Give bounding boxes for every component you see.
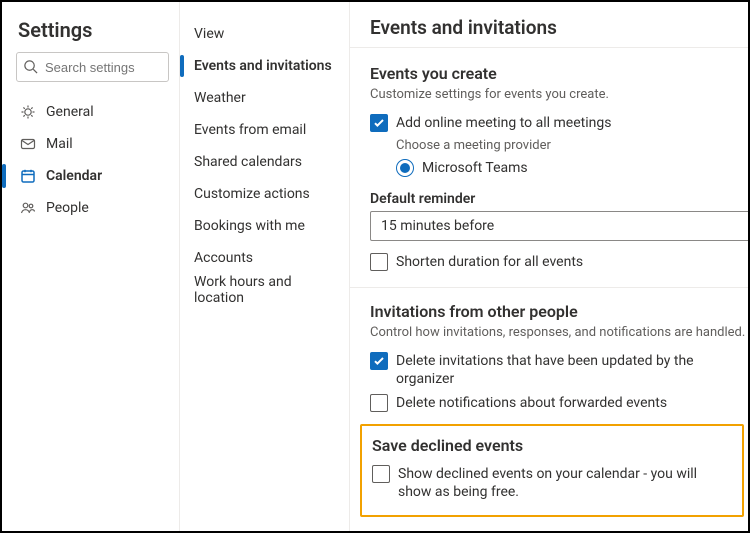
label-show-declined: Show declined events on your calendar - … <box>398 465 732 501</box>
subnav-work-hours[interactable]: Work hours and location <box>180 274 349 306</box>
settings-main: Events and invitations Events you create… <box>350 2 748 531</box>
subnav-view-label: View <box>194 26 224 42</box>
settings-dialog: Settings General Mail <box>0 0 750 533</box>
nav-calendar[interactable]: Calendar <box>16 160 169 192</box>
checkbox-delete-updated[interactable] <box>370 352 388 370</box>
provider-block: Choose a meeting provider Microsoft Team… <box>370 138 748 177</box>
subnav-customize-actions[interactable]: Customize actions <box>180 178 349 210</box>
choose-provider-label: Choose a meeting provider <box>396 138 748 153</box>
subnav-events-from-email[interactable]: Events from email <box>180 114 349 146</box>
gear-icon <box>20 104 36 120</box>
section-events-create-title: Events you create <box>370 64 748 83</box>
label-delete-forwarded: Delete notifications about forwarded eve… <box>396 394 667 412</box>
row-delete-forwarded: Delete notifications about forwarded eve… <box>370 394 748 412</box>
search-input[interactable] <box>16 52 169 82</box>
subnav-work-hours-label: Work hours and location <box>194 274 335 306</box>
radio-dot <box>400 163 410 173</box>
subnav-accounts[interactable]: Accounts <box>180 242 349 274</box>
row-shorten-duration: Shorten duration for all events <box>370 253 748 271</box>
nav-calendar-label: Calendar <box>46 168 102 184</box>
nav-people[interactable]: People <box>16 192 169 224</box>
subnav-accounts-label: Accounts <box>194 250 253 266</box>
label-add-online-meeting: Add online meeting to all meetings <box>396 114 611 132</box>
section-save-declined-highlight: Save declined events Show declined event… <box>360 424 744 517</box>
search-icon <box>23 59 38 74</box>
calendar-icon <box>20 168 36 184</box>
subnav-shared-calendars[interactable]: Shared calendars <box>180 146 349 178</box>
default-reminder-select[interactable]: 15 minutes before <box>370 211 748 241</box>
subnav-events-from-email-label: Events from email <box>194 122 306 138</box>
section-events-create-sub: Customize settings for events you create… <box>370 87 748 102</box>
page-title: Events and invitations <box>370 16 748 39</box>
settings-subnav: View Events and invitations Weather Even… <box>180 2 350 531</box>
settings-left-column: Settings General Mail <box>2 2 180 531</box>
check-icon <box>373 117 385 129</box>
nav-mail-label: Mail <box>46 136 73 152</box>
check-icon <box>373 355 385 367</box>
subnav-bookings-with-me[interactable]: Bookings with me <box>180 210 349 242</box>
nav-people-label: People <box>46 200 89 216</box>
settings-title: Settings <box>18 18 169 42</box>
nav-general-label: General <box>46 104 94 120</box>
checkbox-add-online-meeting[interactable] <box>370 114 388 132</box>
title-divider <box>350 47 748 48</box>
checkbox-show-declined[interactable] <box>372 465 390 483</box>
section-save-declined-title: Save declined events <box>372 436 732 455</box>
radio-teams[interactable] <box>396 159 414 177</box>
subnav-weather-label: Weather <box>194 90 246 106</box>
search-wrap <box>16 52 169 82</box>
checkbox-delete-forwarded[interactable] <box>370 394 388 412</box>
label-delete-updated: Delete invitations that have been update… <box>396 352 748 388</box>
nav-general[interactable]: General <box>16 96 169 128</box>
people-icon <box>20 200 36 216</box>
subnav-view[interactable]: View <box>180 18 349 50</box>
subnav-weather[interactable]: Weather <box>180 82 349 114</box>
radio-row-teams: Microsoft Teams <box>396 159 748 177</box>
subnav-events-invitations[interactable]: Events and invitations <box>180 50 349 82</box>
label-shorten-duration: Shorten duration for all events <box>396 253 583 271</box>
default-reminder-label: Default reminder <box>370 191 748 207</box>
mail-icon <box>20 136 36 152</box>
section-divider <box>350 287 748 288</box>
section-invitations-sub: Control how invitations, responses, and … <box>370 325 748 340</box>
subnav-bookings-with-me-label: Bookings with me <box>194 218 305 234</box>
checkbox-shorten-duration[interactable] <box>370 253 388 271</box>
section-invitations-title: Invitations from other people <box>370 302 748 321</box>
subnav-events-invitations-label: Events and invitations <box>194 58 332 74</box>
row-delete-updated: Delete invitations that have been update… <box>370 352 748 388</box>
row-show-declined: Show declined events on your calendar - … <box>372 465 732 501</box>
subnav-customize-actions-label: Customize actions <box>194 186 310 202</box>
default-reminder-value: 15 minutes before <box>381 218 494 234</box>
row-add-online-meeting: Add online meeting to all meetings <box>370 114 748 132</box>
radio-teams-label: Microsoft Teams <box>422 160 528 176</box>
subnav-shared-calendars-label: Shared calendars <box>194 154 302 170</box>
nav-mail[interactable]: Mail <box>16 128 169 160</box>
